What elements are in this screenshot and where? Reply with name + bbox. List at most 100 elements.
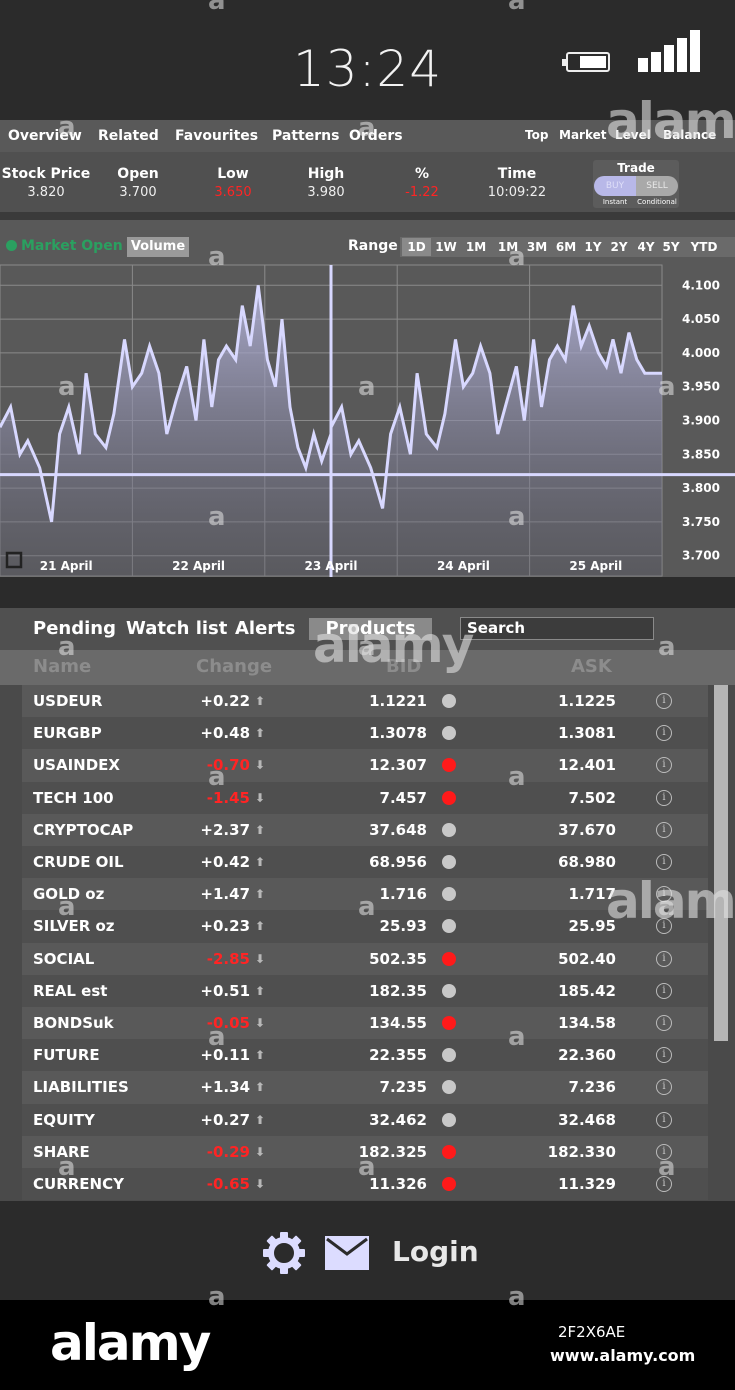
table-row[interactable]: LIABILITIES +1.34 ⬆ 7.235 7.236 i xyxy=(22,1071,708,1104)
buy-button[interactable]: BUY xyxy=(594,176,636,196)
table-row[interactable]: USAINDEX -0.70 ⬇ 12.307 12.401 i xyxy=(22,749,708,782)
row-change: -1.45 xyxy=(206,788,250,807)
row-name: USDEUR xyxy=(33,692,103,710)
info-icon[interactable]: i xyxy=(656,1047,672,1064)
row-ask: 25.95 xyxy=(568,917,616,936)
info-icon[interactable]: i xyxy=(656,757,672,774)
market-status-dot xyxy=(6,240,17,251)
row-name: REAL est xyxy=(33,981,108,1000)
nav-balance[interactable]: Balance xyxy=(663,128,716,142)
table-row[interactable]: BONDSuk -0.05 ⬇ 134.55 134.58 i xyxy=(22,1007,708,1040)
volume-button[interactable]: Volume xyxy=(127,237,189,257)
info-icon[interactable]: i xyxy=(656,1015,672,1031)
row-bid: 1.716 xyxy=(379,885,427,904)
info-icon[interactable]: i xyxy=(656,1079,672,1096)
table-row[interactable]: CRUDE OIL +0.42 ⬆ 68.956 68.980 i xyxy=(22,846,708,879)
range-1y[interactable]: 1Y xyxy=(580,240,606,254)
row-change: +0.42 xyxy=(200,853,250,871)
range-5y[interactable]: 5Y xyxy=(658,240,684,254)
info-icon[interactable]: i xyxy=(656,789,672,806)
column-header-change[interactable]: Change xyxy=(196,656,272,677)
arrow-down-icon: ⬇ xyxy=(255,758,266,773)
search-input[interactable]: Search xyxy=(460,617,654,640)
row-name: BONDSuk xyxy=(33,1014,114,1032)
nav-orders[interactable]: Orders xyxy=(349,128,403,144)
tab-alerts[interactable]: Alerts xyxy=(235,618,296,639)
tab-watch-list[interactable]: Watch list xyxy=(126,618,227,639)
site-url: www.alamy.com xyxy=(550,1346,696,1365)
column-header-bid[interactable]: BID xyxy=(386,656,421,677)
conditional-label: Conditional xyxy=(637,198,677,206)
range-3m[interactable]: 3M xyxy=(524,240,550,254)
table-row[interactable]: TECH 100 -1.45 ⬇ 7.457 7.502 i xyxy=(22,781,708,814)
table-row[interactable]: EQUITY +0.27 ⬆ 32.462 32.468 i xyxy=(22,1103,708,1136)
info-icon[interactable]: i xyxy=(656,918,672,935)
row-ask: 7.502 xyxy=(568,788,616,807)
row-name: GOLD oz xyxy=(33,885,105,904)
row-ask: 182.330 xyxy=(547,1142,616,1161)
sell-button[interactable]: SELL xyxy=(636,176,678,196)
nav-related[interactable]: Related xyxy=(98,128,159,144)
table-row[interactable]: SHARE -0.29 ⬇ 182.325 182.330 i xyxy=(22,1135,708,1168)
nav-top[interactable]: Top xyxy=(525,128,548,142)
nav-level[interactable]: Level xyxy=(615,128,651,142)
info-icon[interactable]: i xyxy=(656,1143,672,1160)
scrollbar[interactable] xyxy=(714,685,728,1041)
status-bar: 13:24 xyxy=(0,0,735,120)
table-row[interactable]: FUTURE +0.11 ⬆ 22.355 22.360 i xyxy=(22,1039,708,1072)
tab-products[interactable]: Products xyxy=(309,618,432,640)
info-icon[interactable]: i xyxy=(656,950,672,967)
nav-overview[interactable]: Overview xyxy=(8,128,82,144)
info-icon[interactable]: i xyxy=(656,982,672,999)
info-icon[interactable]: i xyxy=(656,693,672,709)
tab-pending[interactable]: Pending xyxy=(33,618,116,639)
price-chart[interactable]: 4.100 4.050 4.000 3.950 3.900 3.850 3.800 3.750… xyxy=(0,220,735,577)
nav-patterns[interactable]: Patterns xyxy=(272,128,339,144)
nav-market[interactable]: Market xyxy=(559,128,607,142)
range-4y[interactable]: 4Y xyxy=(633,240,659,254)
gear-icon[interactable] xyxy=(262,1231,306,1275)
watermark-bar: alamy 2F2X6AE www.alamy.com xyxy=(0,1300,735,1390)
footer-bar: Login xyxy=(0,1201,735,1300)
table-row[interactable]: SOCIAL -2.85 ⬇ 502.35 502.40 i xyxy=(22,942,708,975)
range-1w[interactable]: 1W xyxy=(433,240,459,254)
mail-icon[interactable] xyxy=(325,1236,369,1270)
trade-label: Trade xyxy=(617,161,655,175)
table-row[interactable]: GOLD oz +1.47 ⬆ 1.716 1.717 i xyxy=(22,878,708,911)
info-icon[interactable]: i xyxy=(656,1176,672,1192)
low-value: 3.650 xyxy=(214,185,252,200)
table-row[interactable]: CURRENCY -0.65 ⬇ 11.326 11.329 i xyxy=(22,1168,708,1201)
row-bid: 7.457 xyxy=(379,788,427,807)
range-1d[interactable]: 1D xyxy=(402,238,431,256)
table-row[interactable]: CRYPTOCAP +2.37 ⬆ 37.648 37.670 i xyxy=(22,813,708,846)
row-ask: 502.40 xyxy=(558,949,616,968)
quote-summary: Stock Price 3.820 Open 3.700 Low 3.650 H… xyxy=(0,152,735,212)
range-6m[interactable]: 6M xyxy=(553,240,579,254)
row-bid: 502.35 xyxy=(369,949,427,968)
row-bid: 134.55 xyxy=(369,1014,427,1032)
range-2y[interactable]: 2Y xyxy=(606,240,632,254)
row-ask: 12.401 xyxy=(558,756,616,775)
table-row[interactable]: REAL est +0.51 ⬆ 182.35 185.42 i xyxy=(22,974,708,1007)
arrow-up-icon: ⬆ xyxy=(255,694,266,708)
column-header-name[interactable]: Name xyxy=(33,656,91,677)
table-row[interactable]: EURGBP +0.48 ⬆ 1.3078 1.3081 i xyxy=(22,717,708,750)
column-header-ask[interactable]: ASK xyxy=(571,656,612,677)
range-selector: 1D 1W 1M 1M 3M 6M 1Y 2Y 4Y 5Y YTD xyxy=(400,237,735,257)
high-label: High xyxy=(307,166,345,182)
info-icon[interactable]: i xyxy=(656,725,672,742)
range-ytd[interactable]: YTD xyxy=(687,240,721,254)
range-1m[interactable]: 1M xyxy=(463,240,489,254)
info-icon[interactable]: i xyxy=(656,854,672,870)
nav-favourites[interactable]: Favourites xyxy=(175,128,258,144)
table-row[interactable]: USDEUR +0.22 ⬆ 1.1221 1.1225 i xyxy=(22,685,708,718)
row-change: -0.70 xyxy=(206,756,250,775)
row-ask: 68.980 xyxy=(558,853,616,871)
table-row[interactable]: SILVER oz +0.23 ⬆ 25.93 25.95 i xyxy=(22,910,708,943)
y-tick-label: 4.050 xyxy=(682,312,720,326)
info-icon[interactable]: i xyxy=(656,886,672,903)
range-1m-alt[interactable]: 1M xyxy=(495,240,521,254)
info-icon[interactable]: i xyxy=(656,821,672,838)
info-icon[interactable]: i xyxy=(656,1111,672,1128)
login-link[interactable]: Login xyxy=(392,1235,479,1268)
